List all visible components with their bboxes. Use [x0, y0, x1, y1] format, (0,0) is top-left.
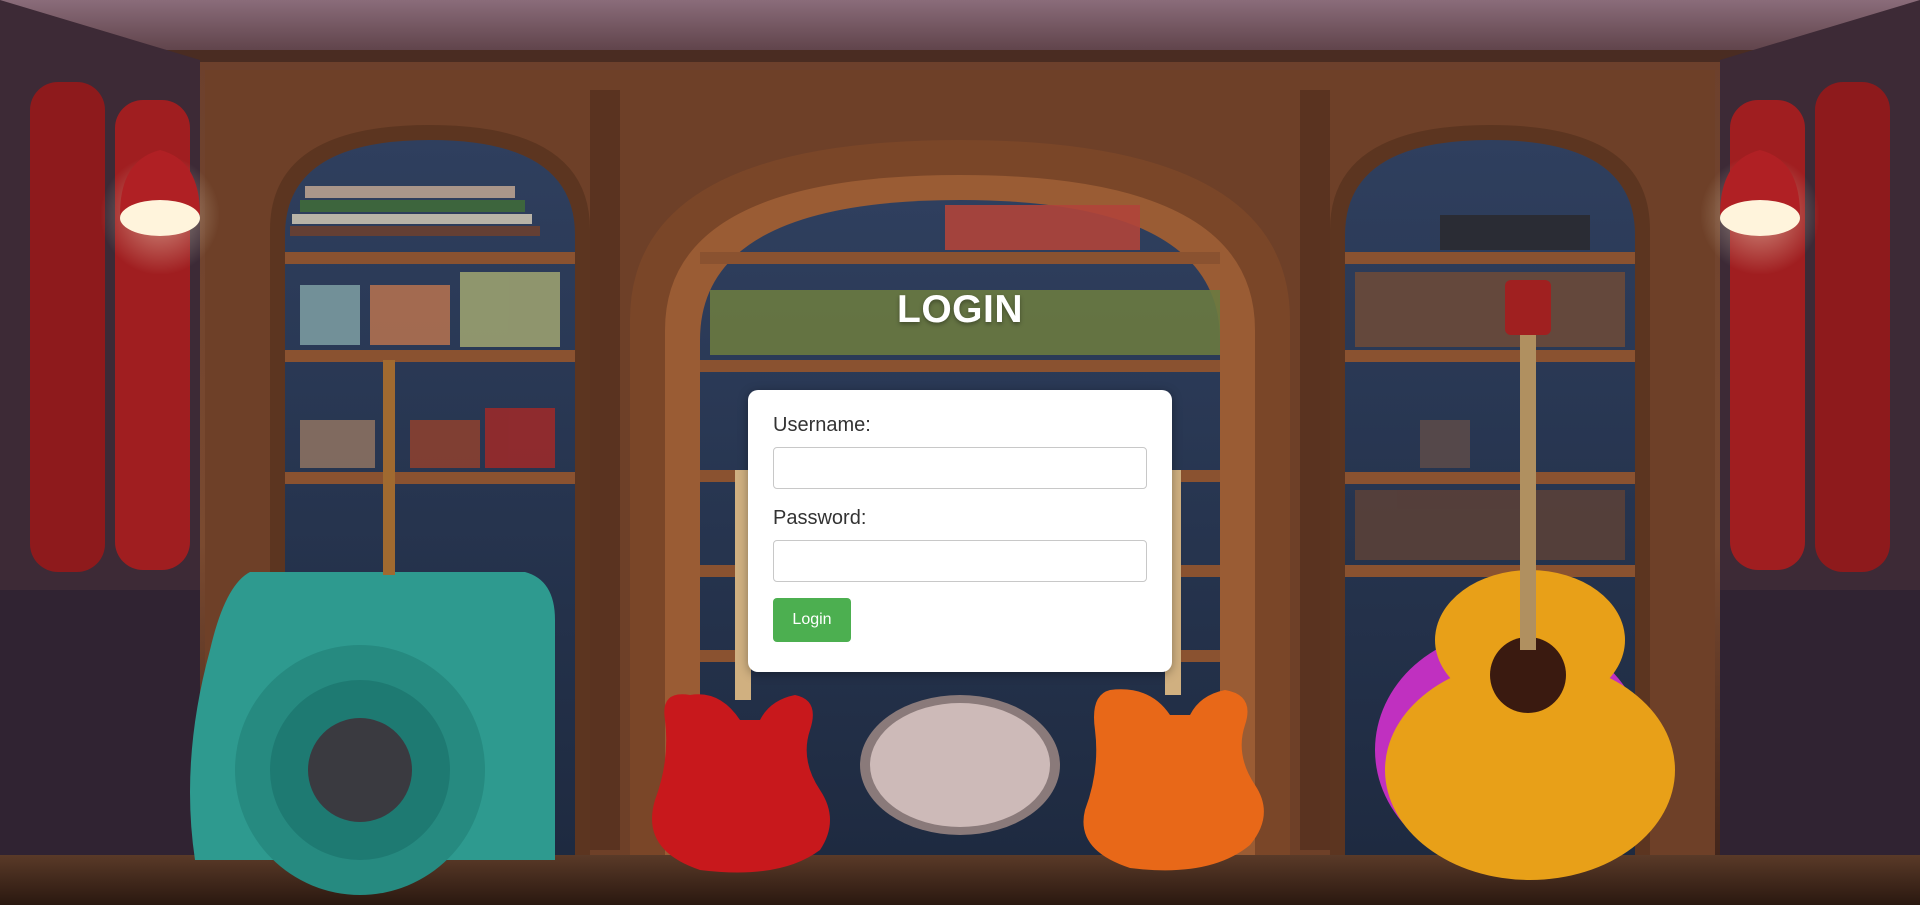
- login-form: Username: Password: Login: [748, 390, 1172, 672]
- username-label: Username:: [773, 414, 871, 436]
- password-label: Password:: [773, 507, 867, 529]
- page-title: LOGIN: [897, 288, 1023, 331]
- username-input[interactable]: [773, 447, 1147, 489]
- login-page: LOGIN Username: Password: Login: [0, 0, 1920, 905]
- password-input[interactable]: [773, 540, 1147, 582]
- login-button[interactable]: Login: [773, 598, 851, 642]
